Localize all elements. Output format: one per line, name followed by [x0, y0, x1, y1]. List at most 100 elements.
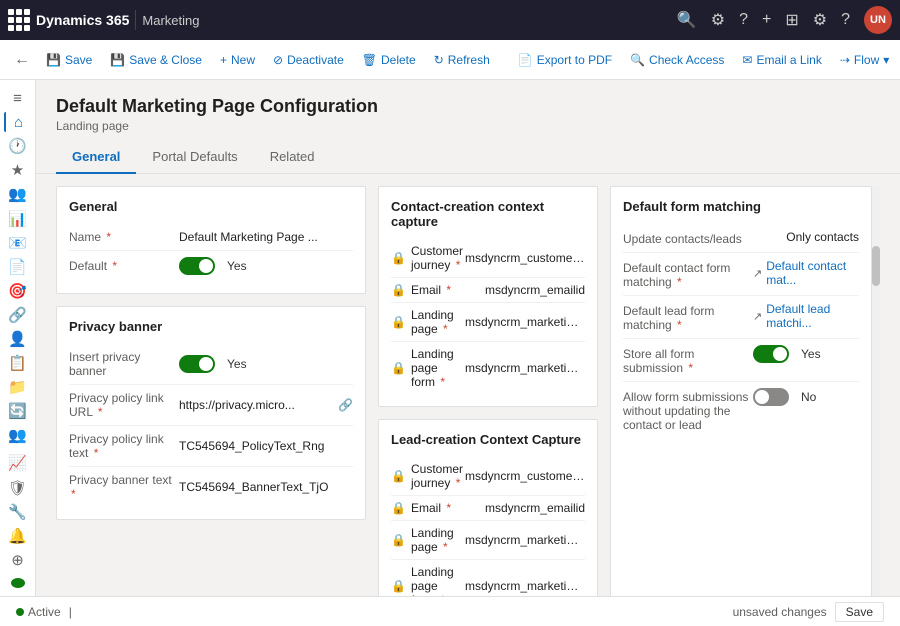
sidebar-contacts-icon[interactable]: 👥 — [4, 184, 32, 204]
default-contact-form-label: Default contact form matching * — [623, 259, 753, 289]
allow-form-toggle[interactable] — [753, 388, 789, 406]
toolbar: ← 💾 Save 💾 Save & Close + New ⊘ Deactiva… — [0, 40, 900, 80]
settings-icon[interactable]: ⚙ — [711, 10, 725, 30]
new-icon: + — [220, 53, 227, 67]
name-value: Default Marketing Page ... — [179, 230, 353, 244]
page-title: Default Marketing Page Configuration — [56, 96, 880, 117]
save-button[interactable]: 💾 Save — [38, 49, 100, 71]
lc-email-row: 🔒 Email * msdyncrm_emailid — [391, 496, 585, 521]
store-all-forms-label: Store all form submission * — [623, 345, 753, 375]
delete-button[interactable]: 🗑 Delete — [354, 49, 424, 71]
question-icon[interactable]: ? — [841, 11, 850, 29]
sidebar-email-icon[interactable]: 📧 — [4, 233, 32, 253]
sidebar-workflows-icon[interactable]: 🔄 — [4, 401, 32, 421]
default-toggle-label: Yes — [227, 259, 247, 273]
refresh-button[interactable]: ↻ Refresh — [426, 49, 498, 71]
default-contact-form-row: Default contact form matching * ↗ Defaul… — [623, 253, 859, 296]
filter-icon[interactable]: ⊞ — [785, 10, 798, 30]
sidebar-pages-icon[interactable]: 📄 — [4, 257, 32, 277]
privacy-banner-text-label: Privacy banner text * — [69, 473, 179, 501]
sidebar-recent-icon[interactable]: 🕐 — [4, 136, 32, 156]
sidebar-teams-icon[interactable]: 👥 — [4, 425, 32, 445]
lock-icon-4: 🔒 — [391, 361, 405, 375]
app-logo[interactable]: Dynamics 365 Marketing — [8, 9, 199, 31]
sidebar-files-icon[interactable]: 📁 — [4, 377, 32, 397]
allow-form-toggle-label: No — [801, 390, 816, 404]
deactivate-button[interactable]: ⊘ Deactivate — [265, 49, 352, 71]
status-bar: Active | unsaved changes Save — [0, 596, 900, 626]
default-lead-form-row: Default lead form matching * ↗ Default l… — [623, 296, 859, 339]
lc-journey-row: 🔒 Customer journey * msdyncrm_customerjo… — [391, 457, 585, 496]
grid-icon — [8, 9, 30, 31]
cc-landing-value: msdyncrm_marketingp... — [465, 315, 585, 329]
url-external-icon[interactable]: 🔗 — [338, 398, 353, 412]
lc-landing-value: msdyncrm_marketingp... — [465, 533, 585, 547]
name-row: Name * Default Marketing Page ... — [69, 224, 353, 251]
tab-related[interactable]: Related — [254, 141, 331, 174]
lead-creation-card: Lead-creation Context Capture 🔒 Customer… — [378, 419, 598, 596]
brand-name: Dynamics 365 — [36, 12, 129, 28]
status-save-button[interactable]: Save — [835, 602, 884, 622]
email-icon: ✉ — [742, 53, 752, 67]
check-access-button[interactable]: 🔍 Check Access — [622, 49, 732, 71]
help-icon[interactable]: ? — [739, 11, 748, 29]
status-dot — [16, 608, 24, 616]
privacy-link-text-row: Privacy policy link text * TC545694_Poli… — [69, 426, 353, 467]
back-button[interactable]: ← — [8, 47, 36, 73]
tab-general[interactable]: General — [56, 141, 136, 174]
privacy-card-title: Privacy banner — [69, 319, 353, 334]
new-record-icon[interactable]: + — [762, 11, 771, 29]
lc-email-label: Email * — [411, 501, 485, 515]
sidebar-journeys-icon[interactable]: 🎯 — [4, 281, 32, 301]
sidebar-alerts-icon[interactable]: 🔔 — [4, 526, 32, 546]
scrollbar-thumb — [872, 246, 880, 286]
sidebar-leads-icon[interactable]: 👤 — [4, 329, 32, 349]
new-button[interactable]: + New — [212, 49, 263, 71]
check-icon: 🔍 — [630, 53, 645, 67]
sidebar-settings-icon[interactable]: 🔧 — [4, 502, 32, 522]
right-scrollbar[interactable] — [872, 186, 880, 596]
default-contact-form-value[interactable]: ↗ Default contact mat... — [753, 259, 859, 287]
tab-bar: General Portal Defaults Related — [36, 141, 900, 174]
status-indicator: Active — [16, 605, 61, 619]
flow-chevron: ▾ — [883, 53, 889, 67]
sidebar-segments-icon[interactable]: 🔗 — [4, 305, 32, 325]
sidebar-security-icon[interactable]: 🛡 — [4, 478, 32, 498]
cc-form-row: 🔒 Landing page form * msdyncrm_marketing… — [391, 342, 585, 394]
sidebar-analytics-icon[interactable]: 📊 — [4, 208, 32, 228]
sidebar-reports-icon[interactable]: 📈 — [4, 453, 32, 473]
sidebar-home-icon[interactable]: ⌂ — [4, 112, 32, 132]
default-toggle[interactable] — [179, 257, 215, 275]
sidebar-add-icon[interactable]: ⊕ — [4, 550, 32, 570]
lc-email-value: msdyncrm_emailid — [485, 501, 585, 515]
sidebar-menu-icon[interactable]: ≡ — [4, 88, 32, 108]
tab-portal-defaults[interactable]: Portal Defaults — [136, 141, 253, 174]
search-icon[interactable]: 🔍 — [677, 10, 697, 30]
delete-icon: 🗑 — [362, 53, 377, 67]
insert-privacy-toggle[interactable] — [179, 355, 215, 373]
gear-icon[interactable]: ⚙ — [813, 10, 827, 30]
user-avatar[interactable]: UN — [864, 6, 892, 34]
save-close-button[interactable]: 💾 Save & Close — [102, 49, 210, 71]
export-icon: 📄 — [518, 53, 533, 67]
insert-privacy-row: Insert privacy banner Yes — [69, 344, 353, 385]
privacy-url-row: Privacy policy link URL * https://privac… — [69, 385, 353, 426]
general-card: General Name * Default Marketing Page ..… — [56, 186, 366, 294]
cc-landing-row: 🔒 Landing page * msdyncrm_marketingp... — [391, 303, 585, 342]
lc-landing-row: 🔒 Landing page * msdyncrm_marketingp... — [391, 521, 585, 560]
sidebar-forms-icon[interactable]: 📋 — [4, 353, 32, 373]
page-subtitle: Landing page — [56, 119, 880, 133]
store-all-forms-toggle-label: Yes — [801, 347, 821, 361]
content-area: Default Marketing Page Configuration Lan… — [36, 80, 900, 596]
store-all-forms-toggle[interactable] — [753, 345, 789, 363]
lc-form-row: 🔒 Landing page form * msdyncrm_marketing… — [391, 560, 585, 596]
cc-email-row: 🔒 Email * msdyncrm_emailid — [391, 278, 585, 303]
email-link-button[interactable]: ✉ Email a Link — [734, 49, 829, 71]
cc-journey-value: msdyncrm_customerjo... — [465, 251, 585, 265]
default-lead-form-value[interactable]: ↗ Default lead matchi... — [753, 302, 859, 330]
sidebar-pinned-icon[interactable]: ★ — [4, 160, 32, 180]
export-pdf-button[interactable]: 📄 Export to PDF — [510, 49, 620, 71]
cc-journey-label: Customer journey * — [411, 244, 465, 272]
flow-button[interactable]: ⇢ Flow ▾ — [832, 49, 897, 71]
allow-form-row: Allow form submissions without updating … — [623, 382, 859, 438]
